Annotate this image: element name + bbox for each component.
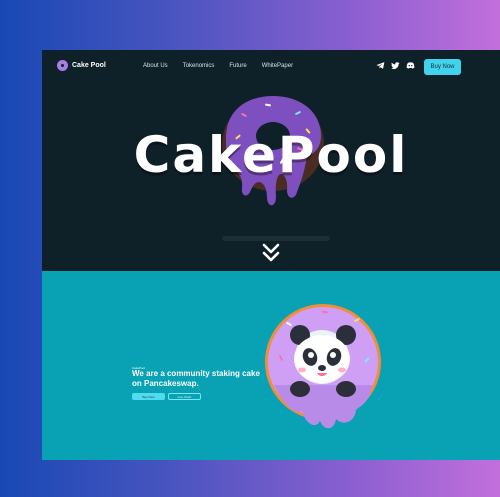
hero-title: CakePool: [133, 126, 409, 184]
hero-section: Cake Pool About Us Tokenomics Future Whi…: [42, 50, 500, 271]
nav-links: About Us Tokenomics Future WhitePaper: [143, 63, 293, 69]
telegram-icon[interactable]: [376, 61, 385, 70]
logo-text: Cake Pool: [72, 62, 106, 69]
navbar: Cake Pool About Us Tokenomics Future Whi…: [42, 50, 500, 84]
nav-link-future[interactable]: Future: [229, 63, 246, 69]
scroll-down-icon[interactable]: [260, 242, 282, 264]
about-section: CakePool We are a community staking cake…: [42, 271, 500, 460]
social-links: [376, 61, 415, 70]
buy-now-button[interactable]: Buy Now: [424, 59, 461, 75]
about-tagline: We are a community staking cake on Panca…: [132, 369, 260, 388]
buy-now-small-button[interactable]: Buy Now: [132, 393, 165, 400]
live-chart-button[interactable]: Live Chart: [168, 393, 201, 400]
website-mockup: Cake Pool About Us Tokenomics Future Whi…: [42, 50, 500, 460]
twitter-icon[interactable]: [391, 61, 400, 70]
logo[interactable]: Cake Pool: [57, 60, 106, 71]
title-shadow: [222, 236, 330, 241]
discord-icon[interactable]: [406, 61, 415, 70]
logo-icon: [57, 60, 68, 71]
nav-link-tokenomics[interactable]: Tokenomics: [183, 63, 215, 69]
nav-link-about-us[interactable]: About Us: [143, 63, 168, 69]
panda-donut-illustration: [265, 304, 381, 429]
nav-link-whitepaper[interactable]: WhitePaper: [262, 63, 293, 69]
